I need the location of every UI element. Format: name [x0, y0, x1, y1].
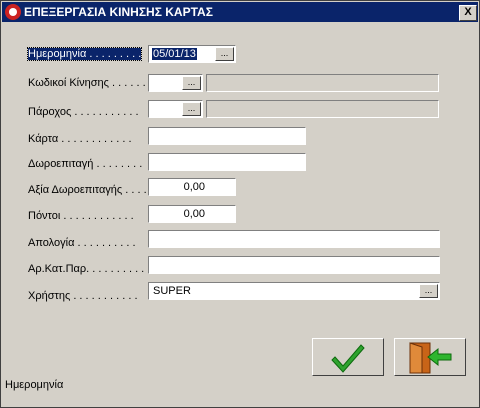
provider-field[interactable]: ...: [148, 100, 203, 118]
date-field[interactable]: 05/01/13 ...: [148, 45, 236, 63]
reason-label: Απολογία . . . . . . . . . .: [28, 237, 136, 249]
codes-description: [206, 74, 439, 92]
dialog-window: ΕΠΕΞΕΡΓΑΣΙΑ ΚΙΝΗΣΗΣ ΚΑΡΤΑΣ X Ημερομηνία …: [0, 0, 480, 408]
codes-field[interactable]: ...: [148, 74, 203, 92]
codes-lookup-button[interactable]: ...: [182, 76, 201, 90]
card-field[interactable]: [148, 127, 306, 145]
date-picker-button[interactable]: ...: [215, 47, 234, 61]
status-bar-text: Ημερομηνία: [5, 379, 64, 391]
date-value: 05/01/13: [152, 48, 197, 60]
provider-description: [206, 100, 439, 118]
user-field[interactable]: SUPER ...: [148, 282, 440, 300]
ok-button[interactable]: [312, 338, 384, 376]
points-value: 0,00: [183, 208, 205, 220]
window-title: ΕΠΕΞΕΡΓΑΣΙΑ ΚΙΝΗΣΗΣ ΚΑΡΤΑΣ: [24, 5, 213, 19]
codes-label: Κωδικοί Κίνησης . . . . . . .: [28, 77, 152, 89]
doc-label: Αρ.Κατ.Παρ. . . . . . . . . .: [28, 263, 145, 275]
app-icon: [5, 4, 21, 20]
title-bar: ΕΠΕΞΕΡΓΑΣΙΑ ΚΙΝΗΣΗΣ ΚΑΡΤΑΣ X: [2, 2, 478, 22]
date-label: Ημερομηνία . . . . . . . . .: [26, 47, 143, 61]
provider-lookup-button[interactable]: ...: [182, 102, 201, 116]
user-label: Χρήστης . . . . . . . . . . .: [28, 290, 138, 302]
exit-button[interactable]: [394, 338, 466, 376]
points-field[interactable]: 0,00: [148, 205, 236, 223]
gift-field[interactable]: [148, 153, 306, 171]
card-label: Κάρτα . . . . . . . . . . . .: [28, 133, 132, 145]
close-button[interactable]: X: [459, 5, 477, 21]
check-icon: [331, 344, 365, 373]
gift-value-field[interactable]: 0,00: [148, 178, 236, 196]
gift-label: Δωροεπιταγή . . . . . . . .: [28, 158, 143, 170]
doc-field[interactable]: [148, 256, 440, 274]
provider-label: Πάροχος . . . . . . . . . . .: [28, 106, 139, 118]
user-lookup-button[interactable]: ...: [419, 284, 438, 298]
exit-door-icon: [409, 342, 452, 374]
gift-value-label: Αξία Δωροεπιταγής . . . .: [28, 184, 147, 196]
reason-field[interactable]: [148, 230, 440, 248]
gift-value: 0,00: [183, 181, 205, 193]
points-label: Πόντοι . . . . . . . . . . . .: [28, 210, 134, 222]
user-value: SUPER: [153, 285, 191, 297]
